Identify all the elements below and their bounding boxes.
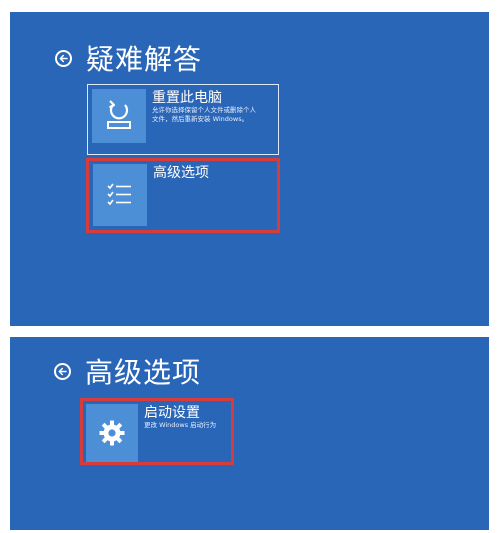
tile-label: 重置此电脑 bbox=[152, 90, 222, 106]
advanced-options-header: 高级选项 bbox=[54, 351, 201, 391]
troubleshoot-screen: 疑难解答 重置此电脑 允许你选择保留个人文件或删除个人 文件，然后重新安装 Wi… bbox=[10, 12, 489, 326]
tile-description: 更改 Windows 启动行为 bbox=[144, 421, 217, 429]
tile-label: 高级选项 bbox=[153, 165, 209, 181]
checklist-icon bbox=[93, 164, 147, 226]
page-title: 疑难解答 bbox=[86, 43, 203, 76]
back-arrow-circle-icon[interactable] bbox=[54, 362, 71, 380]
advanced-options-screen: 高级选项 启动设置 更改 Windows 启动行为 bbox=[10, 337, 489, 530]
startup-settings-tile[interactable]: 启动设置 更改 Windows 启动行为 bbox=[80, 398, 234, 465]
advanced-options-text: 高级选项 bbox=[153, 164, 209, 181]
page-title: 高级选项 bbox=[85, 356, 202, 389]
back-arrow-circle-icon[interactable] bbox=[55, 49, 72, 67]
advanced-options-tile[interactable]: 高级选项 bbox=[86, 158, 280, 233]
startup-settings-text: 启动设置 更改 Windows 启动行为 bbox=[144, 404, 216, 430]
tile-description: 文件，然后重新安装 Windows。 bbox=[152, 115, 249, 123]
gear-icon bbox=[86, 404, 138, 462]
reset-pc-icon bbox=[92, 89, 146, 143]
tile-description: 允许你选择保留个人文件或删除个人 bbox=[152, 106, 256, 114]
tile-label: 启动设置 bbox=[144, 405, 200, 421]
troubleshoot-header: 疑难解答 bbox=[55, 38, 202, 78]
reset-pc-text: 重置此电脑 允许你选择保留个人文件或删除个人 文件，然后重新安装 Windows… bbox=[152, 89, 256, 124]
reset-pc-tile[interactable]: 重置此电脑 允许你选择保留个人文件或删除个人 文件，然后重新安装 Windows… bbox=[87, 84, 279, 155]
